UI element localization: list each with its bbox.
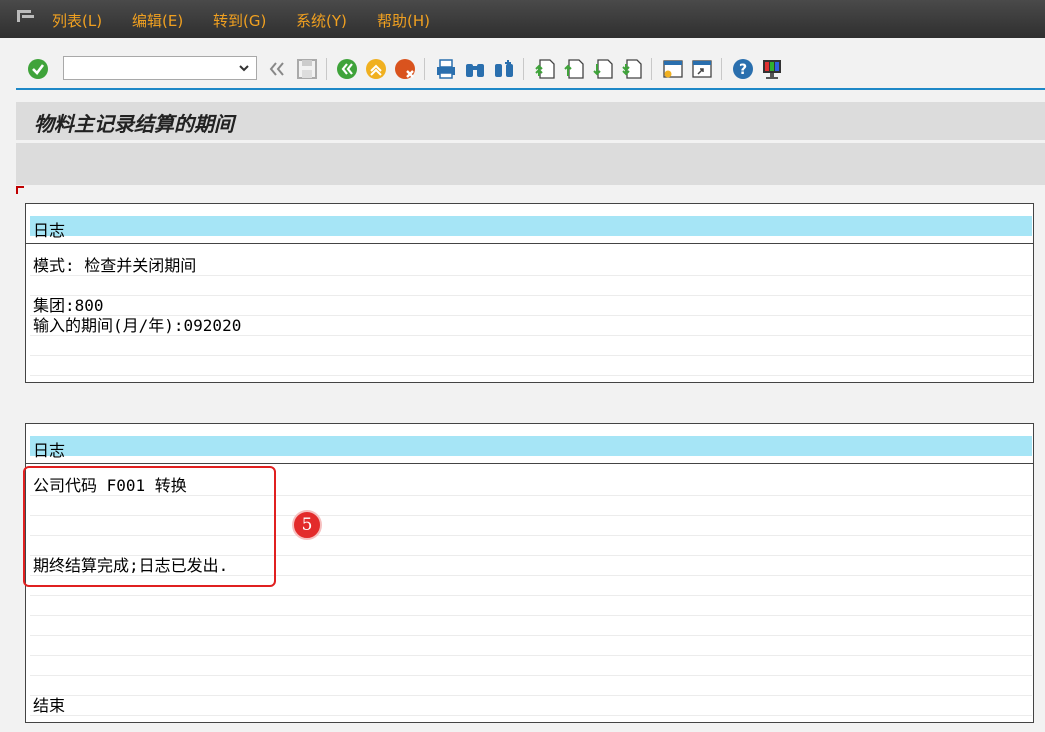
toolbar-divider (16, 88, 1045, 90)
menu-bar: 列表(L) 编辑(E) 转到(G) 系统(Y) 帮助(H) (0, 0, 1045, 38)
log-row (30, 616, 1032, 636)
menu-system[interactable]: 系统(Y) (296, 10, 347, 31)
log-row (30, 676, 1032, 696)
application-toolbar (16, 143, 1045, 185)
log-row-text: 集团:800 (33, 296, 104, 315)
print-icon[interactable] (435, 58, 457, 80)
log-row (30, 656, 1032, 676)
step-number-badge: 5 (292, 510, 322, 540)
log-row: 输入的期间(月/年):092020 (30, 316, 1032, 336)
log-header-label: 日志 (33, 221, 66, 240)
toolbar-separator (523, 58, 524, 80)
exit-icon[interactable] (365, 58, 387, 80)
last-page-icon[interactable] (621, 58, 643, 80)
log-row (30, 596, 1032, 616)
log-header: 日志 (30, 436, 1032, 460)
log-row-text: 结束 (33, 696, 66, 715)
standard-toolbar: ? (0, 38, 1045, 90)
focus-marker (16, 186, 24, 194)
find-next-icon[interactable] (493, 58, 515, 80)
toolbar-separator (326, 58, 327, 80)
next-page-icon[interactable] (592, 58, 614, 80)
save-icon[interactable] (296, 58, 318, 80)
highlight-annotation (23, 466, 276, 587)
log-row-text: 输入的期间(月/年):092020 (33, 316, 242, 335)
previous-page-icon[interactable] (563, 58, 585, 80)
command-input[interactable] (66, 58, 230, 80)
log-panel-1: 日志 模式: 检查并关闭期间 集团:800 输入的期间(月/年):092020 (25, 203, 1034, 383)
customize-layout-icon[interactable] (761, 58, 783, 80)
menu-help[interactable]: 帮助(H) (377, 10, 430, 31)
log-row: 结束 (30, 696, 1032, 716)
log-row (30, 356, 1032, 376)
back-double-icon[interactable] (266, 58, 288, 80)
cancel-icon[interactable] (394, 58, 416, 80)
title-bar: 物料主记录结算的期间 (16, 102, 1045, 140)
first-page-icon[interactable] (534, 58, 556, 80)
help-icon[interactable]: ? (732, 58, 754, 80)
toolbar-separator (651, 58, 652, 80)
log-header: 日志 (30, 216, 1032, 240)
log-header-label: 日志 (33, 441, 66, 460)
log-row: 集团:800 (30, 296, 1032, 316)
toolbar-separator (721, 58, 722, 80)
command-field[interactable] (63, 56, 257, 80)
log-row (30, 336, 1032, 356)
enter-icon[interactable] (27, 58, 49, 80)
log-row-text: 模式: 检查并关闭期间 (33, 256, 197, 275)
shortcut-icon[interactable] (691, 58, 713, 80)
toolbar-separator (424, 58, 425, 80)
page-title: 物料主记录结算的期间 (34, 112, 234, 136)
menu-goto[interactable]: 转到(G) (213, 10, 266, 31)
log-divider (26, 243, 1033, 244)
chevron-down-icon[interactable] (238, 62, 250, 74)
log-divider (26, 463, 1033, 464)
log-row: 模式: 检查并关闭期间 (30, 256, 1032, 276)
find-icon[interactable] (464, 58, 486, 80)
back-icon[interactable] (336, 58, 358, 80)
create-session-icon[interactable] (662, 58, 684, 80)
menu-edit[interactable]: 编辑(E) (132, 10, 183, 31)
menu-list[interactable]: 列表(L) (52, 10, 102, 31)
svg-text:?: ? (739, 62, 747, 78)
system-menu-icon[interactable] (16, 9, 36, 23)
log-row (30, 636, 1032, 656)
log-row (30, 276, 1032, 296)
